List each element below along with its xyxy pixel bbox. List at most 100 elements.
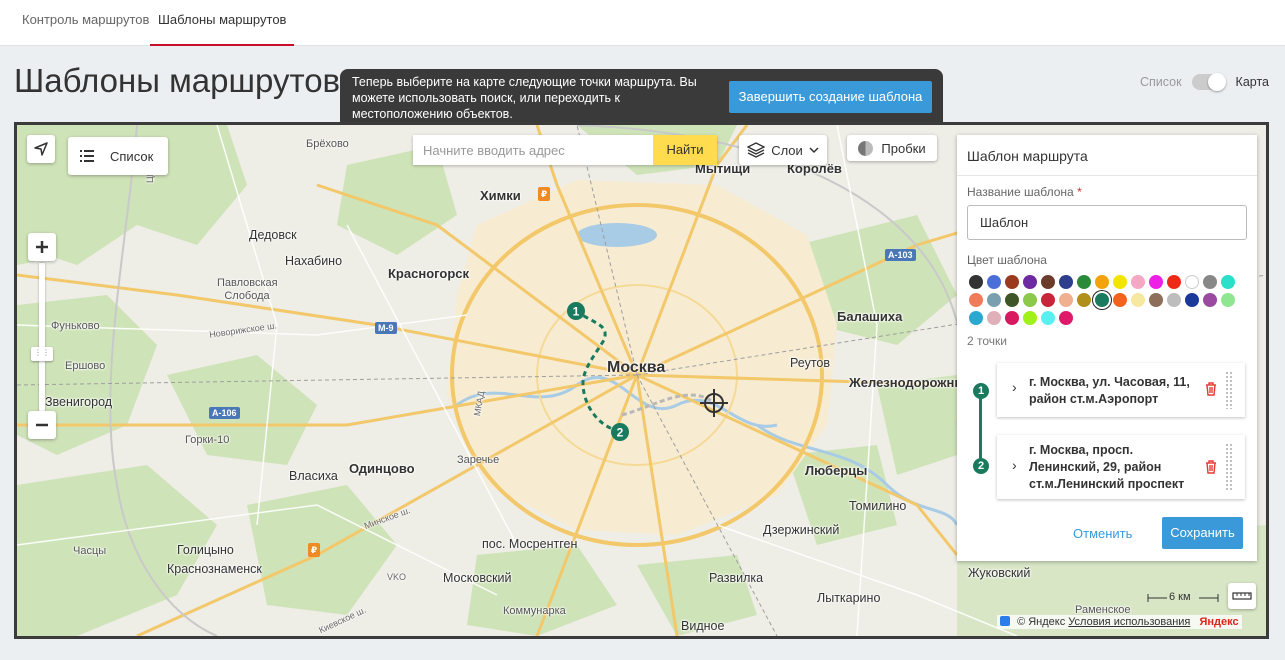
color-swatch[interactable] [1023,293,1037,307]
color-swatch[interactable] [1005,275,1019,289]
color-swatch[interactable] [1041,293,1055,307]
color-swatch[interactable] [1149,293,1163,307]
chevron-right-icon[interactable]: › [1012,457,1017,473]
color-swatch[interactable] [987,311,1001,325]
color-swatch[interactable] [1077,275,1091,289]
zoom-in-button[interactable] [28,233,56,261]
terms-link[interactable]: Условия использования [1068,616,1190,628]
address-search: Найти [413,135,717,165]
view-switch[interactable] [1191,73,1226,91]
page-title: Шаблоны маршрутов [14,62,341,99]
label-dedovsk: Дедовск [249,228,297,242]
color-swatch[interactable] [1167,293,1181,307]
color-swatch[interactable] [1005,293,1019,307]
switch-knob [1207,73,1226,91]
color-swatch[interactable] [1005,311,1019,325]
address-search-input[interactable] [413,135,653,165]
color-swatch[interactable] [1113,275,1127,289]
route-point-address: г. Москва, просп. Ленинский, 29, район с… [1029,443,1185,491]
traffic-button[interactable]: Пробки [847,135,937,161]
label-balashikha: Балашиха [837,309,903,324]
tab-route-templates[interactable]: Шаблоны маршрутов [149,0,295,46]
label-tomilino: Томилино [849,499,907,513]
color-swatch[interactable] [1059,311,1073,325]
color-swatches [969,275,1244,325]
color-swatch[interactable] [1131,293,1145,307]
attribution-text: © Яндекс [1017,616,1066,628]
label-funkovo: Фуньково [51,320,100,332]
delete-point-button[interactable] [1205,382,1217,401]
color-swatch[interactable] [1221,275,1235,289]
color-swatch[interactable] [1023,311,1037,325]
traffic-light-icon [858,140,874,156]
color-swatch[interactable] [1023,275,1037,289]
panel-title: Шаблон маршрута [967,148,1088,164]
color-swatch[interactable] [1131,275,1145,289]
finish-template-button[interactable]: Завершить создание шаблона [729,81,932,113]
color-swatch[interactable] [987,275,1001,289]
label-krasnoznamensk: Краснознаменск [167,562,262,576]
delete-point-button[interactable] [1205,460,1217,479]
drag-handle[interactable] [1225,371,1233,409]
ruler-button[interactable] [1228,583,1256,609]
color-swatch[interactable] [1167,275,1181,289]
color-swatch[interactable] [987,293,1001,307]
ruler-icon [1232,592,1252,600]
save-button[interactable]: Сохранить [1162,517,1243,549]
label-zvenigorod: Звенигород [45,395,113,409]
zoom-out-button[interactable] [28,411,56,439]
hint-text: Теперь выберите на карте следующие точки… [352,75,697,121]
geolocation-button[interactable] [27,135,55,163]
poi-marker-icon: ₽ [308,543,320,557]
zoom-slider-handle[interactable]: ⋮⋮ [31,347,53,361]
color-swatch[interactable] [1185,275,1199,289]
route-point-address: г. Москва, ул. Часовая, 11, район ст.м.А… [1029,375,1190,406]
color-swatch[interactable] [969,311,983,325]
trash-icon [1206,382,1216,396]
label-zhukovsky: Жуковский [968,566,1031,580]
required-mark: * [1077,185,1082,199]
color-swatch[interactable] [1041,275,1055,289]
search-button[interactable]: Найти [653,135,717,165]
color-swatch[interactable] [1185,293,1199,307]
color-swatch[interactable] [969,275,983,289]
cancel-button[interactable]: Отменить [1073,526,1132,541]
color-swatch[interactable] [1149,275,1163,289]
color-swatch[interactable] [1095,275,1109,289]
label-razvilka: Развилка [709,571,764,585]
tab-route-control[interactable]: Контроль маршрутов [22,0,149,46]
template-name-label: Название шаблона * [967,185,1082,199]
color-swatch[interactable] [1059,293,1073,307]
map-feedback-icon[interactable] [1000,616,1010,626]
view-map-label[interactable]: Карта [1236,75,1269,89]
color-swatch[interactable] [1041,311,1055,325]
map-list-label: Список [110,148,154,164]
label-mosrentgen: пос. Мосрентген [482,537,578,551]
route-point-card[interactable]: › г. Москва, просп. Ленинский, 29, район… [997,435,1245,499]
label-moskovsky: Московский [443,571,512,585]
template-panel: Шаблон маршрута Название шаблона * Цвет … [957,135,1257,561]
color-swatch[interactable] [1203,275,1217,289]
color-swatch[interactable] [1059,275,1073,289]
template-name-input[interactable] [967,205,1247,240]
point-badge: 1 [973,383,989,399]
view-list-label[interactable]: Список [1140,75,1182,89]
trash-icon [1206,460,1216,474]
minus-icon [36,423,48,427]
zoom-slider-track[interactable] [39,263,45,415]
chevron-right-icon[interactable]: › [1012,379,1017,395]
label-gorki: Горки-10 [185,434,230,446]
route-point-card[interactable]: › г. Москва, ул. Часовая, 11, район ст.м… [997,363,1245,417]
layers-button[interactable]: Слои [739,135,827,165]
color-swatch[interactable] [1077,293,1091,307]
color-swatch[interactable] [1221,293,1235,307]
color-swatch[interactable] [969,293,983,307]
points-count: 2 точки [967,334,1007,348]
color-swatch[interactable] [1113,293,1127,307]
map-list-button[interactable]: Список [68,137,168,175]
color-swatch[interactable] [1095,293,1109,307]
label-zarechye: Заречье [457,454,500,466]
drag-handle[interactable] [1225,443,1233,491]
color-swatch[interactable] [1203,293,1217,307]
map[interactable]: 1 2 Москва Химки Мытищи Королёв Красного… [14,122,1269,639]
